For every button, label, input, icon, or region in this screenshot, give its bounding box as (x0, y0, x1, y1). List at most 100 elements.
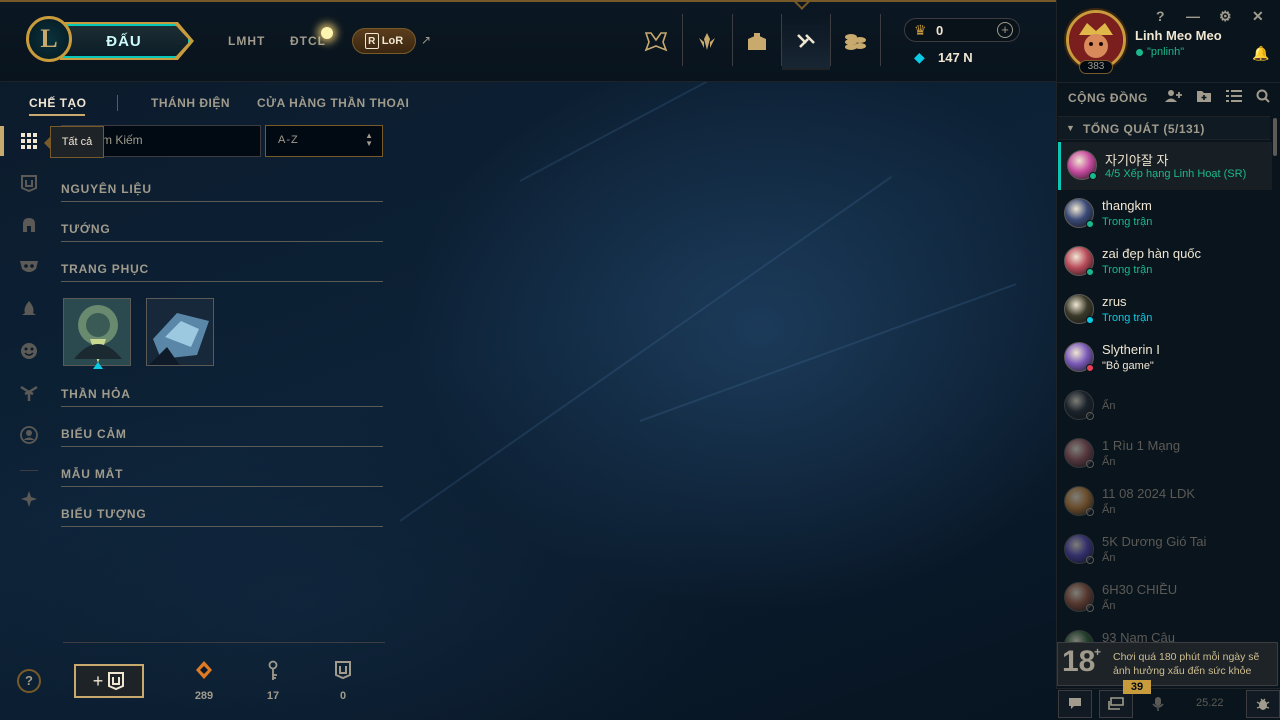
help-button[interactable]: ? (17, 669, 41, 693)
friend-list-item[interactable]: zai đẹp hàn quốc Trong trận (1058, 238, 1272, 286)
loot-item-skin-shard[interactable] (146, 298, 214, 366)
add-folder-icon[interactable] (1196, 89, 1212, 106)
chest-count: 0 (339, 690, 347, 702)
friend-name: thangkm (1102, 198, 1152, 213)
sort-dropdown[interactable]: A-Z ▲ ▼ (265, 125, 383, 157)
category-skins[interactable]: TRANG PHỤC (61, 262, 383, 282)
social-divider (1056, 82, 1280, 83)
external-link-icon: ↗ (421, 33, 432, 47)
friend-list-item[interactable]: thangkm Trong trận (1058, 190, 1272, 238)
filter-champion-icon[interactable] (16, 212, 42, 238)
tab-crafting[interactable]: CHẾ TẠO (29, 96, 87, 110)
friend-name: 1 Rìu 1 Mạng (1102, 438, 1181, 453)
friend-status: Trong trận (1102, 216, 1153, 228)
sort-value: A-Z (278, 134, 299, 146)
friend-name: 자기야잘 자 (1105, 153, 1169, 168)
friend-status: 4/5 Xếp hạng Linh Hoạt (SR) (1105, 168, 1247, 180)
friend-name: Slytherin I (1102, 342, 1160, 357)
community-label: CỘNG ĐỒNG (1068, 91, 1148, 105)
chat-icon[interactable] (1058, 690, 1092, 718)
filter-all-icon[interactable] (16, 128, 42, 154)
tft-trophy-icon[interactable] (632, 14, 680, 70)
minimize-icon[interactable]: — (1186, 8, 1200, 24)
friend-status-dot-icon (1086, 364, 1094, 372)
open-chest-button[interactable]: + (74, 664, 144, 698)
add-friend-icon[interactable] (1165, 89, 1183, 106)
friend-list-scrollbar[interactable] (1273, 118, 1277, 156)
category-champions[interactable]: TƯỚNG (61, 222, 383, 242)
separator (117, 95, 118, 111)
voice-mic-icon[interactable] (1141, 690, 1175, 718)
play-button[interactable]: ĐẤU (60, 24, 190, 58)
category-icons[interactable]: BIỂU TƯỢNG (61, 507, 383, 527)
chevron-down-icon: ▼ (1066, 123, 1075, 133)
filter-emote-icon[interactable] (16, 338, 42, 364)
lor-button[interactable]: R LoR (352, 28, 416, 54)
close-icon[interactable]: ✕ (1252, 8, 1264, 25)
league-logo-icon[interactable]: L (26, 16, 72, 62)
friend-list-item[interactable]: 6H30 CHIỀU Ẩn (1058, 574, 1272, 622)
age-rating-badge: 18 (1062, 645, 1096, 678)
friend-list-item[interactable]: Slytherin I "Bỏ game" (1058, 334, 1272, 382)
friend-list-item[interactable]: 1 Rìu 1 Mạng Ẩn (1058, 430, 1272, 478)
tab-sanctum[interactable]: THÁNH ĐIỆN (151, 96, 230, 110)
friend-status: "Bỏ game" (1102, 360, 1154, 372)
orange-essence-count: 289 (194, 690, 214, 702)
friend-status-dot-icon (1089, 172, 1097, 180)
chest-count-icon (331, 660, 355, 685)
messages-icon[interactable] (1099, 690, 1133, 718)
skin-art-1-icon (64, 299, 130, 365)
filter-ward-icon[interactable] (16, 296, 42, 322)
key-icon (261, 660, 285, 687)
loot-item-skin-shard[interactable] (63, 298, 131, 366)
category-wards[interactable]: THẦN HỎA (61, 387, 383, 407)
ranked-icon[interactable] (683, 14, 731, 70)
friend-list-item[interactable]: 5K Dương Gió Tai Ẩn (1058, 526, 1272, 574)
lor-logo-icon: R (364, 33, 379, 49)
profile-level: 383 (1079, 60, 1113, 74)
rp-icon: ♛ (914, 22, 927, 38)
tab-mythic-shop[interactable]: CỬA HÀNG THẦN THOẠI (257, 96, 409, 110)
notification-bell-icon[interactable]: 🔔 (1252, 45, 1269, 62)
search-icon[interactable] (1256, 89, 1270, 106)
category-emotes[interactable]: BIỂU CẢM (61, 427, 383, 447)
blue-essence-amount: 147 N (938, 50, 973, 65)
settings-icon[interactable]: ⚙ (1219, 8, 1232, 25)
friend-list-item[interactable]: Ẩn (1058, 382, 1272, 430)
friend-status-dot-icon (1086, 316, 1094, 324)
friend-status: Ẩn (1102, 400, 1116, 412)
filter-skin-icon[interactable] (16, 254, 42, 280)
loot-icon[interactable] (782, 14, 830, 70)
bug-report-icon[interactable] (1246, 690, 1280, 718)
category-materials[interactable]: NGUYÊN LIỆU (61, 182, 383, 202)
help-icon[interactable]: ? (1156, 8, 1165, 24)
friend-status-dot-icon (1086, 604, 1094, 612)
list-view-icon[interactable] (1226, 89, 1242, 106)
friend-status-dot-icon (1086, 412, 1094, 420)
friend-group-header[interactable]: TỔNG QUÁT (5/131) (1058, 116, 1270, 140)
store-icon[interactable] (831, 14, 879, 70)
collection-icon[interactable] (733, 14, 781, 70)
client-version: 25.22 (1196, 697, 1224, 709)
friend-list-item[interactable]: 11 08 2024 LDK Ẩn (1058, 478, 1272, 526)
filter-profile-icon[interactable] (16, 422, 42, 448)
friend-list-item[interactable]: zrus Trong trận (1058, 286, 1272, 334)
nav-lmht[interactable]: LMHT (228, 34, 265, 48)
filter-chest-icon[interactable] (16, 170, 42, 196)
friend-status: Ẩn (1102, 504, 1116, 516)
plus-icon: + (92, 670, 104, 691)
filter-misc-icon[interactable] (16, 486, 42, 512)
buy-rp-button[interactable]: + (997, 22, 1013, 38)
category-eternals[interactable]: MẪU MẮT (61, 467, 383, 487)
filter-eternal-icon[interactable] (16, 380, 42, 406)
profile-status-message[interactable]: "pnlinh" (1147, 46, 1184, 58)
friend-status-dot-icon (1086, 268, 1094, 276)
friend-status-dot-icon (1086, 508, 1094, 516)
nav-dtcl[interactable]: ĐTCL (290, 34, 326, 48)
online-status-icon (1136, 49, 1143, 56)
friend-name: zai đẹp hàn quốc (1102, 246, 1202, 261)
profile-name[interactable]: Linh Meo Meo (1135, 28, 1222, 43)
friend-name: 5K Dương Gió Tai (1102, 534, 1207, 549)
friend-name: 11 08 2024 LDK (1102, 486, 1195, 501)
friend-list-item[interactable]: 자기야잘 자 4/5 Xếp hạng Linh Hoạt (SR) (1058, 142, 1272, 190)
